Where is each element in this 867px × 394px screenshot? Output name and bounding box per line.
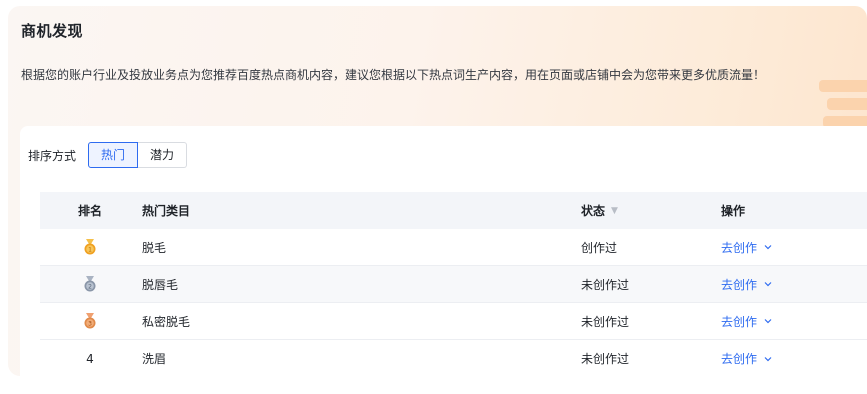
create-label: 去创作: [721, 277, 758, 292]
status-cell: 创作过: [581, 240, 618, 255]
create-label: 去创作: [721, 314, 758, 329]
create-dropdown-button[interactable]: 去创作: [721, 350, 773, 367]
chevron-down-icon: [764, 356, 772, 361]
create-dropdown-button[interactable]: 去创作: [721, 276, 773, 293]
create-dropdown-button[interactable]: 去创作: [721, 313, 773, 330]
category-cell: 私密脱毛: [142, 314, 191, 329]
table-row: 1 脱毛 创作过 去创作: [40, 229, 867, 266]
action-cell: 去创作: [721, 350, 867, 367]
rank-number: 4: [86, 351, 94, 366]
silver-medal-icon: 2: [84, 276, 96, 292]
sort-segmented-control: 热门 潜力: [88, 142, 188, 168]
category-cell: 洗眉: [142, 352, 167, 366]
filter-icon[interactable]: ▼: [611, 206, 618, 216]
action-cell: 去创作: [721, 313, 867, 330]
page-title: 商机发现: [21, 22, 84, 40]
table-row: 4 洗眉 未创作过 去创作: [40, 340, 867, 377]
chevron-down-icon: [764, 245, 772, 250]
sort-option-hot[interactable]: 热门: [88, 142, 139, 168]
table-row: 2 脱唇毛 未创作过 去创作: [40, 266, 867, 303]
rank-cell: 3: [40, 313, 140, 329]
chevron-down-icon: [764, 319, 772, 324]
bronze-medal-icon: 3: [84, 313, 96, 329]
svg-text:3: 3: [88, 320, 92, 327]
table-header: 排名 热门类目 状态 ▼ 操作: [40, 192, 867, 229]
chevron-down-icon: [764, 282, 772, 287]
create-label: 去创作: [721, 240, 758, 255]
status-cell: 未创作过: [581, 277, 630, 292]
rank-cell: 2: [40, 276, 140, 292]
category-cell: 脱毛: [142, 240, 167, 255]
header-status-label: 状态: [581, 204, 606, 218]
svg-text:2: 2: [88, 283, 92, 290]
action-cell: 去创作: [721, 276, 867, 293]
sort-label: 排序方式: [28, 148, 77, 163]
rank-cell: 1: [40, 239, 140, 255]
header-action: 操作: [721, 204, 746, 218]
sort-toolbar: 排序方式 热门 潜力: [28, 142, 188, 168]
header-status: 状态 ▼: [581, 202, 721, 219]
action-cell: 去创作: [721, 239, 867, 256]
hot-category-table: 排名 热门类目 状态 ▼ 操作 1 脱毛 创作过 去创作 2 脱唇毛 未创作过 …: [40, 192, 867, 377]
table-row: 3 私密脱毛 未创作过 去创作: [40, 303, 867, 340]
page-description: 根据您的账户行业及投放业务点为您推荐百度热点商机内容，建议您根据以下热点词生产内…: [21, 68, 766, 82]
header-rank: 排名: [77, 204, 102, 218]
gold-medal-icon: 1: [84, 239, 96, 255]
status-cell: 未创作过: [581, 314, 630, 329]
status-cell: 未创作过: [581, 352, 630, 366]
create-dropdown-button[interactable]: 去创作: [721, 239, 773, 256]
create-label: 去创作: [721, 352, 758, 366]
header-category: 热门类目: [142, 204, 191, 218]
sort-option-potential[interactable]: 潜力: [138, 142, 188, 168]
svg-text:1: 1: [88, 246, 92, 253]
category-cell: 脱唇毛: [142, 277, 179, 292]
